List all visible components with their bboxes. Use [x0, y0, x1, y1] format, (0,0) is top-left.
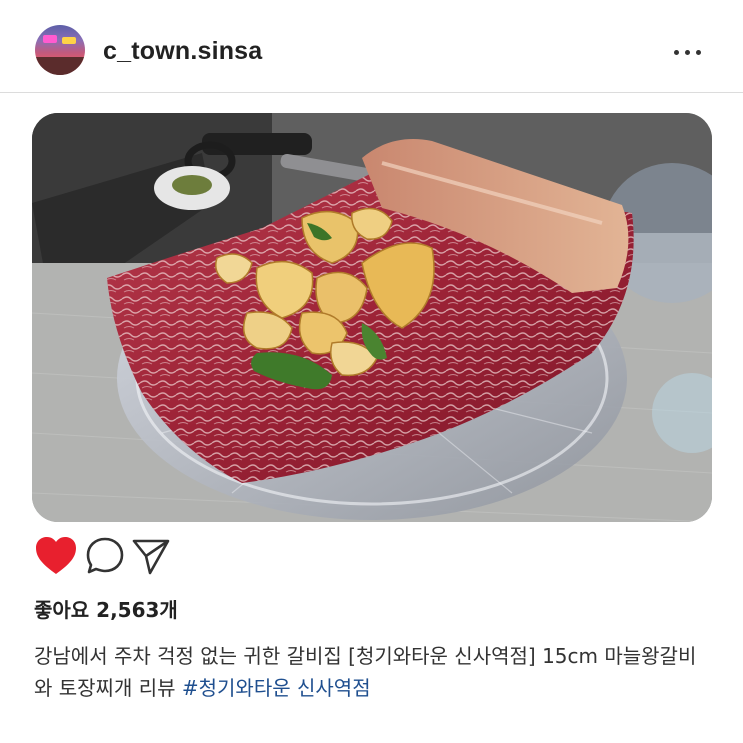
post-header: c_town.sinsa: [0, 0, 743, 92]
grilled-galbi-photo: [32, 113, 712, 522]
share-icon[interactable]: [130, 536, 172, 576]
header-divider: [0, 92, 743, 93]
avatar-detail: [35, 57, 85, 75]
profile-avatar[interactable]: [35, 25, 85, 75]
more-options-icon[interactable]: [672, 46, 704, 60]
heart-icon[interactable]: [34, 536, 78, 576]
post-photo[interactable]: [32, 113, 712, 522]
avatar-detail: [43, 35, 57, 43]
caption-hashtag[interactable]: #청기와타운 신사역점: [182, 676, 371, 700]
post-actions: [34, 536, 234, 576]
username[interactable]: c_town.sinsa: [103, 34, 262, 68]
post-caption: 강남에서 주차 걱정 없는 귀한 갈비집 [청기와타운 신사역점] 15cm 마…: [34, 640, 714, 704]
likes-count[interactable]: 좋아요 2,563개: [34, 596, 178, 624]
avatar-detail: [62, 37, 76, 44]
comment-icon[interactable]: [84, 536, 126, 576]
